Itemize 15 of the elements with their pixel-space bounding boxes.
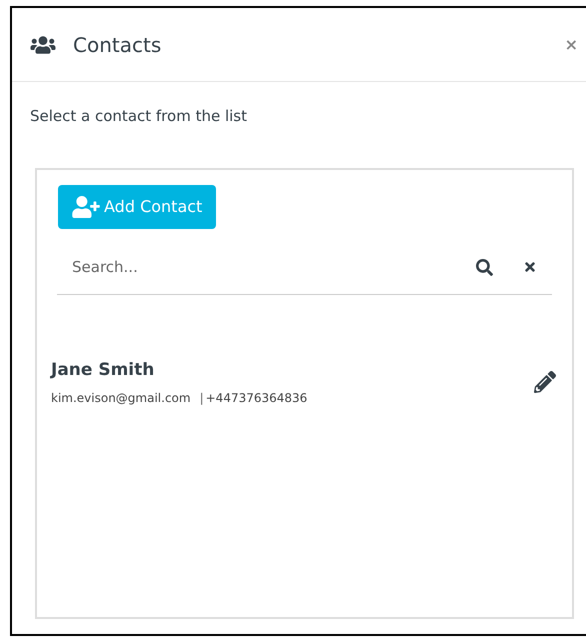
instruction-text: Select a contact from the list bbox=[30, 106, 248, 127]
search-icon bbox=[476, 258, 492, 276]
users-icon bbox=[30, 34, 56, 54]
add-contact-button[interactable]: Add Contact bbox=[58, 184, 216, 228]
close-icon bbox=[523, 260, 537, 274]
contact-name: Jane Smith bbox=[51, 358, 156, 382]
search-field[interactable]: Search... bbox=[57, 240, 460, 294]
pencil-icon bbox=[534, 371, 556, 394]
separator-text: | bbox=[200, 390, 204, 407]
contact-email: kim.evison@gmail.com bbox=[51, 390, 191, 407]
dialog-title: Contacts bbox=[73, 32, 162, 58]
contact-phone: +447376364836 bbox=[206, 390, 308, 407]
close-button[interactable]: × bbox=[564, 32, 578, 56]
edit-button[interactable] bbox=[534, 371, 556, 394]
user-plus-icon bbox=[72, 196, 100, 218]
